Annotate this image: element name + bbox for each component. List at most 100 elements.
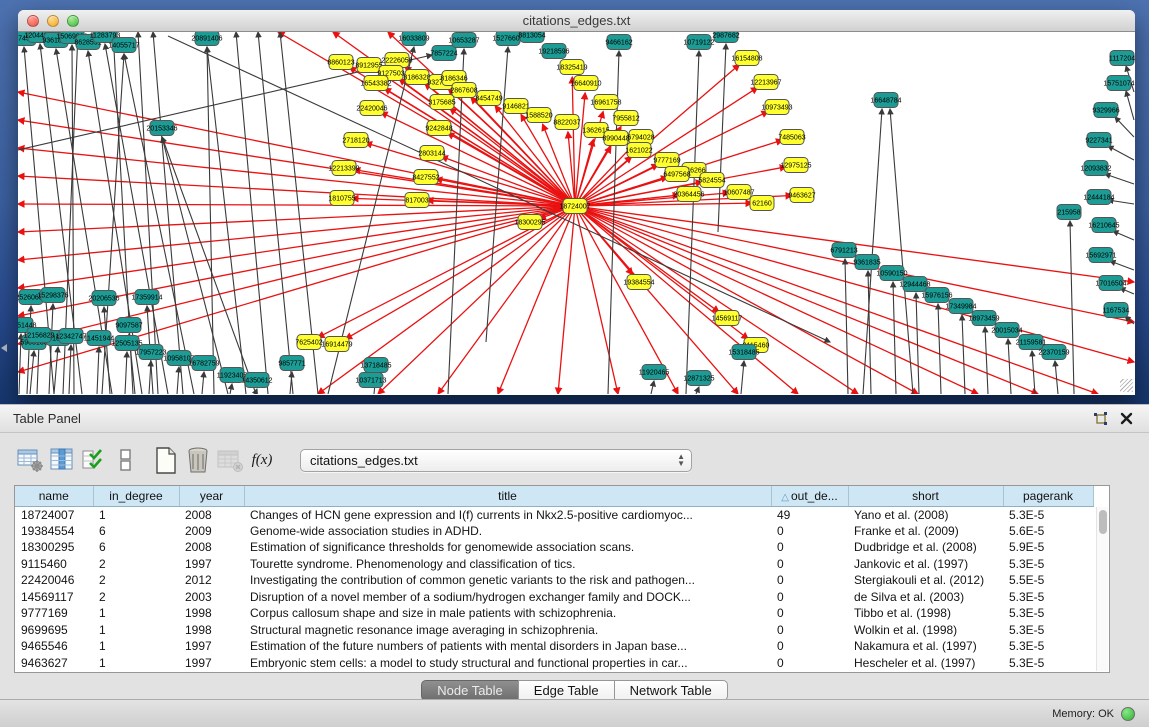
graph-edge[interactable] (916, 293, 919, 394)
graph-node[interactable]: 19384554 (623, 275, 654, 290)
graph-node[interactable]: 10607487 (723, 185, 754, 200)
graph-node[interactable]: 62160 (750, 196, 774, 211)
scrollbar-thumb[interactable] (1099, 510, 1107, 534)
graph-edge[interactable] (18, 206, 575, 232)
graph-edge[interactable] (18, 206, 575, 372)
graph-node[interactable]: 9097587 (115, 318, 142, 333)
table-row[interactable]: 1872400712008Changes of HCN gene express… (15, 506, 1093, 523)
graph-node[interactable]: 6791213 (830, 243, 857, 258)
graph-node[interactable]: 14350612 (241, 373, 272, 388)
graph-edge[interactable] (230, 384, 232, 394)
column-header-out_de[interactable]: △out_de... (771, 486, 848, 506)
graph-node[interactable]: 9361835 (853, 255, 880, 270)
graph-node[interactable]: 1810755 (328, 191, 355, 206)
graph-edge[interactable] (177, 367, 179, 394)
graph-node[interactable]: 12213967 (750, 75, 781, 90)
graph-node[interactable]: 1117204 (1109, 51, 1135, 66)
tab-network-table[interactable]: Network Table (614, 680, 728, 701)
graph-node[interactable]: 16961758 (590, 95, 621, 110)
graph-node[interactable]: 17359914 (131, 290, 162, 305)
graph-node[interactable]: 8822037 (553, 115, 580, 130)
graph-node[interactable]: 20206536 (88, 291, 119, 306)
graph-node[interactable]: 12444184 (1083, 190, 1114, 205)
graph-node[interactable]: 17957223 (135, 345, 166, 360)
graph-edge[interactable] (893, 282, 896, 394)
graph-node[interactable]: 8860123 (327, 55, 354, 70)
graph-edge[interactable] (1108, 146, 1134, 160)
graph-node[interactable]: 7625402 (295, 335, 322, 350)
graph-node[interactable]: 18325419 (556, 60, 587, 75)
graph-edge[interactable] (18, 204, 575, 206)
graph-node[interactable]: 15751074 (1103, 76, 1134, 91)
graph-edge[interactable] (30, 351, 34, 394)
graph-edge[interactable] (1055, 361, 1058, 394)
graph-node[interactable]: 2803144 (418, 146, 445, 161)
graph-node[interactable]: 3175685 (428, 95, 455, 110)
graph-node[interactable]: 2987682 (712, 32, 739, 43)
graph-node[interactable]: 7955812 (612, 111, 639, 126)
graph-node[interactable]: 11920465 (639, 365, 670, 380)
graph-node[interactable]: 12213399 (328, 161, 359, 176)
network-window-titlebar[interactable]: citations_edges.txt (18, 10, 1135, 32)
graph-node[interactable]: 9329966 (1092, 103, 1119, 118)
tab-edge-table[interactable]: Edge Table (518, 680, 615, 701)
graph-node[interactable]: 1588520 (525, 108, 552, 123)
graph-node[interactable]: 15318485 (728, 345, 759, 360)
tab-node-table[interactable]: Node Table (421, 680, 519, 701)
graph-node[interactable]: 12871325 (683, 371, 714, 386)
graph-node[interactable]: 9463627 (788, 188, 815, 203)
graph-node[interactable]: 10973493 (761, 100, 792, 115)
graph-node[interactable]: 15692971 (1085, 248, 1116, 263)
table-selector-dropdown[interactable]: citations_edges.txt ▲▼ (300, 449, 692, 472)
function-builder-button[interactable]: f(x) (246, 445, 278, 475)
graph-node[interactable]: 16210645 (1088, 218, 1119, 233)
graph-node[interactable]: 20153346 (146, 121, 177, 136)
graph-edge[interactable] (1105, 174, 1134, 184)
graph-node[interactable]: 16033809 (398, 32, 429, 46)
graph-edge[interactable] (1115, 117, 1134, 137)
graph-edge[interactable] (985, 327, 988, 394)
graph-node[interactable]: 12975125 (780, 158, 811, 173)
graph-node[interactable]: 10719122 (683, 35, 714, 50)
graph-node[interactable]: 2867608 (450, 83, 477, 98)
unselect-all-button[interactable] (110, 445, 142, 475)
graph-node[interactable]: 18973459 (968, 311, 999, 326)
column-header-pagerank[interactable]: pagerank (1003, 486, 1093, 506)
graph-node[interactable]: 817003 (405, 193, 429, 208)
graph-node[interactable]: 9466162 (605, 35, 632, 50)
graph-edge[interactable] (1008, 339, 1011, 394)
graph-edge[interactable] (575, 206, 858, 394)
graph-edge[interactable] (962, 315, 965, 394)
graph-node[interactable]: 10653287 (448, 33, 479, 48)
minimize-window-button[interactable] (47, 15, 59, 27)
column-header-name[interactable]: name (15, 486, 93, 506)
graph-node[interactable]: 16648784 (870, 93, 901, 108)
graph-node[interactable]: 22420046 (356, 101, 387, 116)
graph-node[interactable]: 16782759 (188, 356, 219, 371)
graph-node[interactable]: 16543382 (360, 76, 391, 91)
graph-edge[interactable] (575, 206, 1134, 362)
graph-edge[interactable] (863, 109, 882, 394)
graph-node[interactable]: 2718120 (342, 133, 369, 148)
graph-node[interactable]: 16154808 (731, 51, 762, 66)
graph-node[interactable]: 13718485 (360, 358, 391, 373)
graph-edge[interactable] (1126, 91, 1134, 120)
graph-node[interactable]: 16640910 (570, 76, 601, 91)
graph-node[interactable]: 17016504 (1095, 276, 1126, 291)
table-row[interactable]: 911546021997Tourette syndrome. Phenomeno… (15, 556, 1093, 573)
graph-node[interactable]: 19218596 (538, 44, 569, 59)
graph-node[interactable]: 10371713 (355, 373, 386, 388)
graph-edge[interactable] (378, 206, 575, 394)
graph-edge[interactable] (69, 345, 71, 394)
graph-edge[interactable] (741, 361, 744, 394)
graph-edge[interactable] (938, 304, 941, 394)
graph-node[interactable]: 17349984 (945, 299, 976, 314)
table-row[interactable]: 1830029562008Estimation of significance … (15, 539, 1093, 556)
citation-network-graph[interactable]: 1872400788601238912955222260589127503818… (18, 32, 1135, 394)
graph-node[interactable]: 8427552 (412, 170, 439, 185)
graph-node[interactable]: 12505135 (111, 336, 142, 351)
column-header-in_degree[interactable]: in_degree (93, 486, 179, 506)
graph-node[interactable]: 8813054 (518, 32, 545, 43)
float-panel-button[interactable] (1090, 410, 1110, 428)
graph-node[interactable]: 22370159 (1038, 345, 1069, 360)
